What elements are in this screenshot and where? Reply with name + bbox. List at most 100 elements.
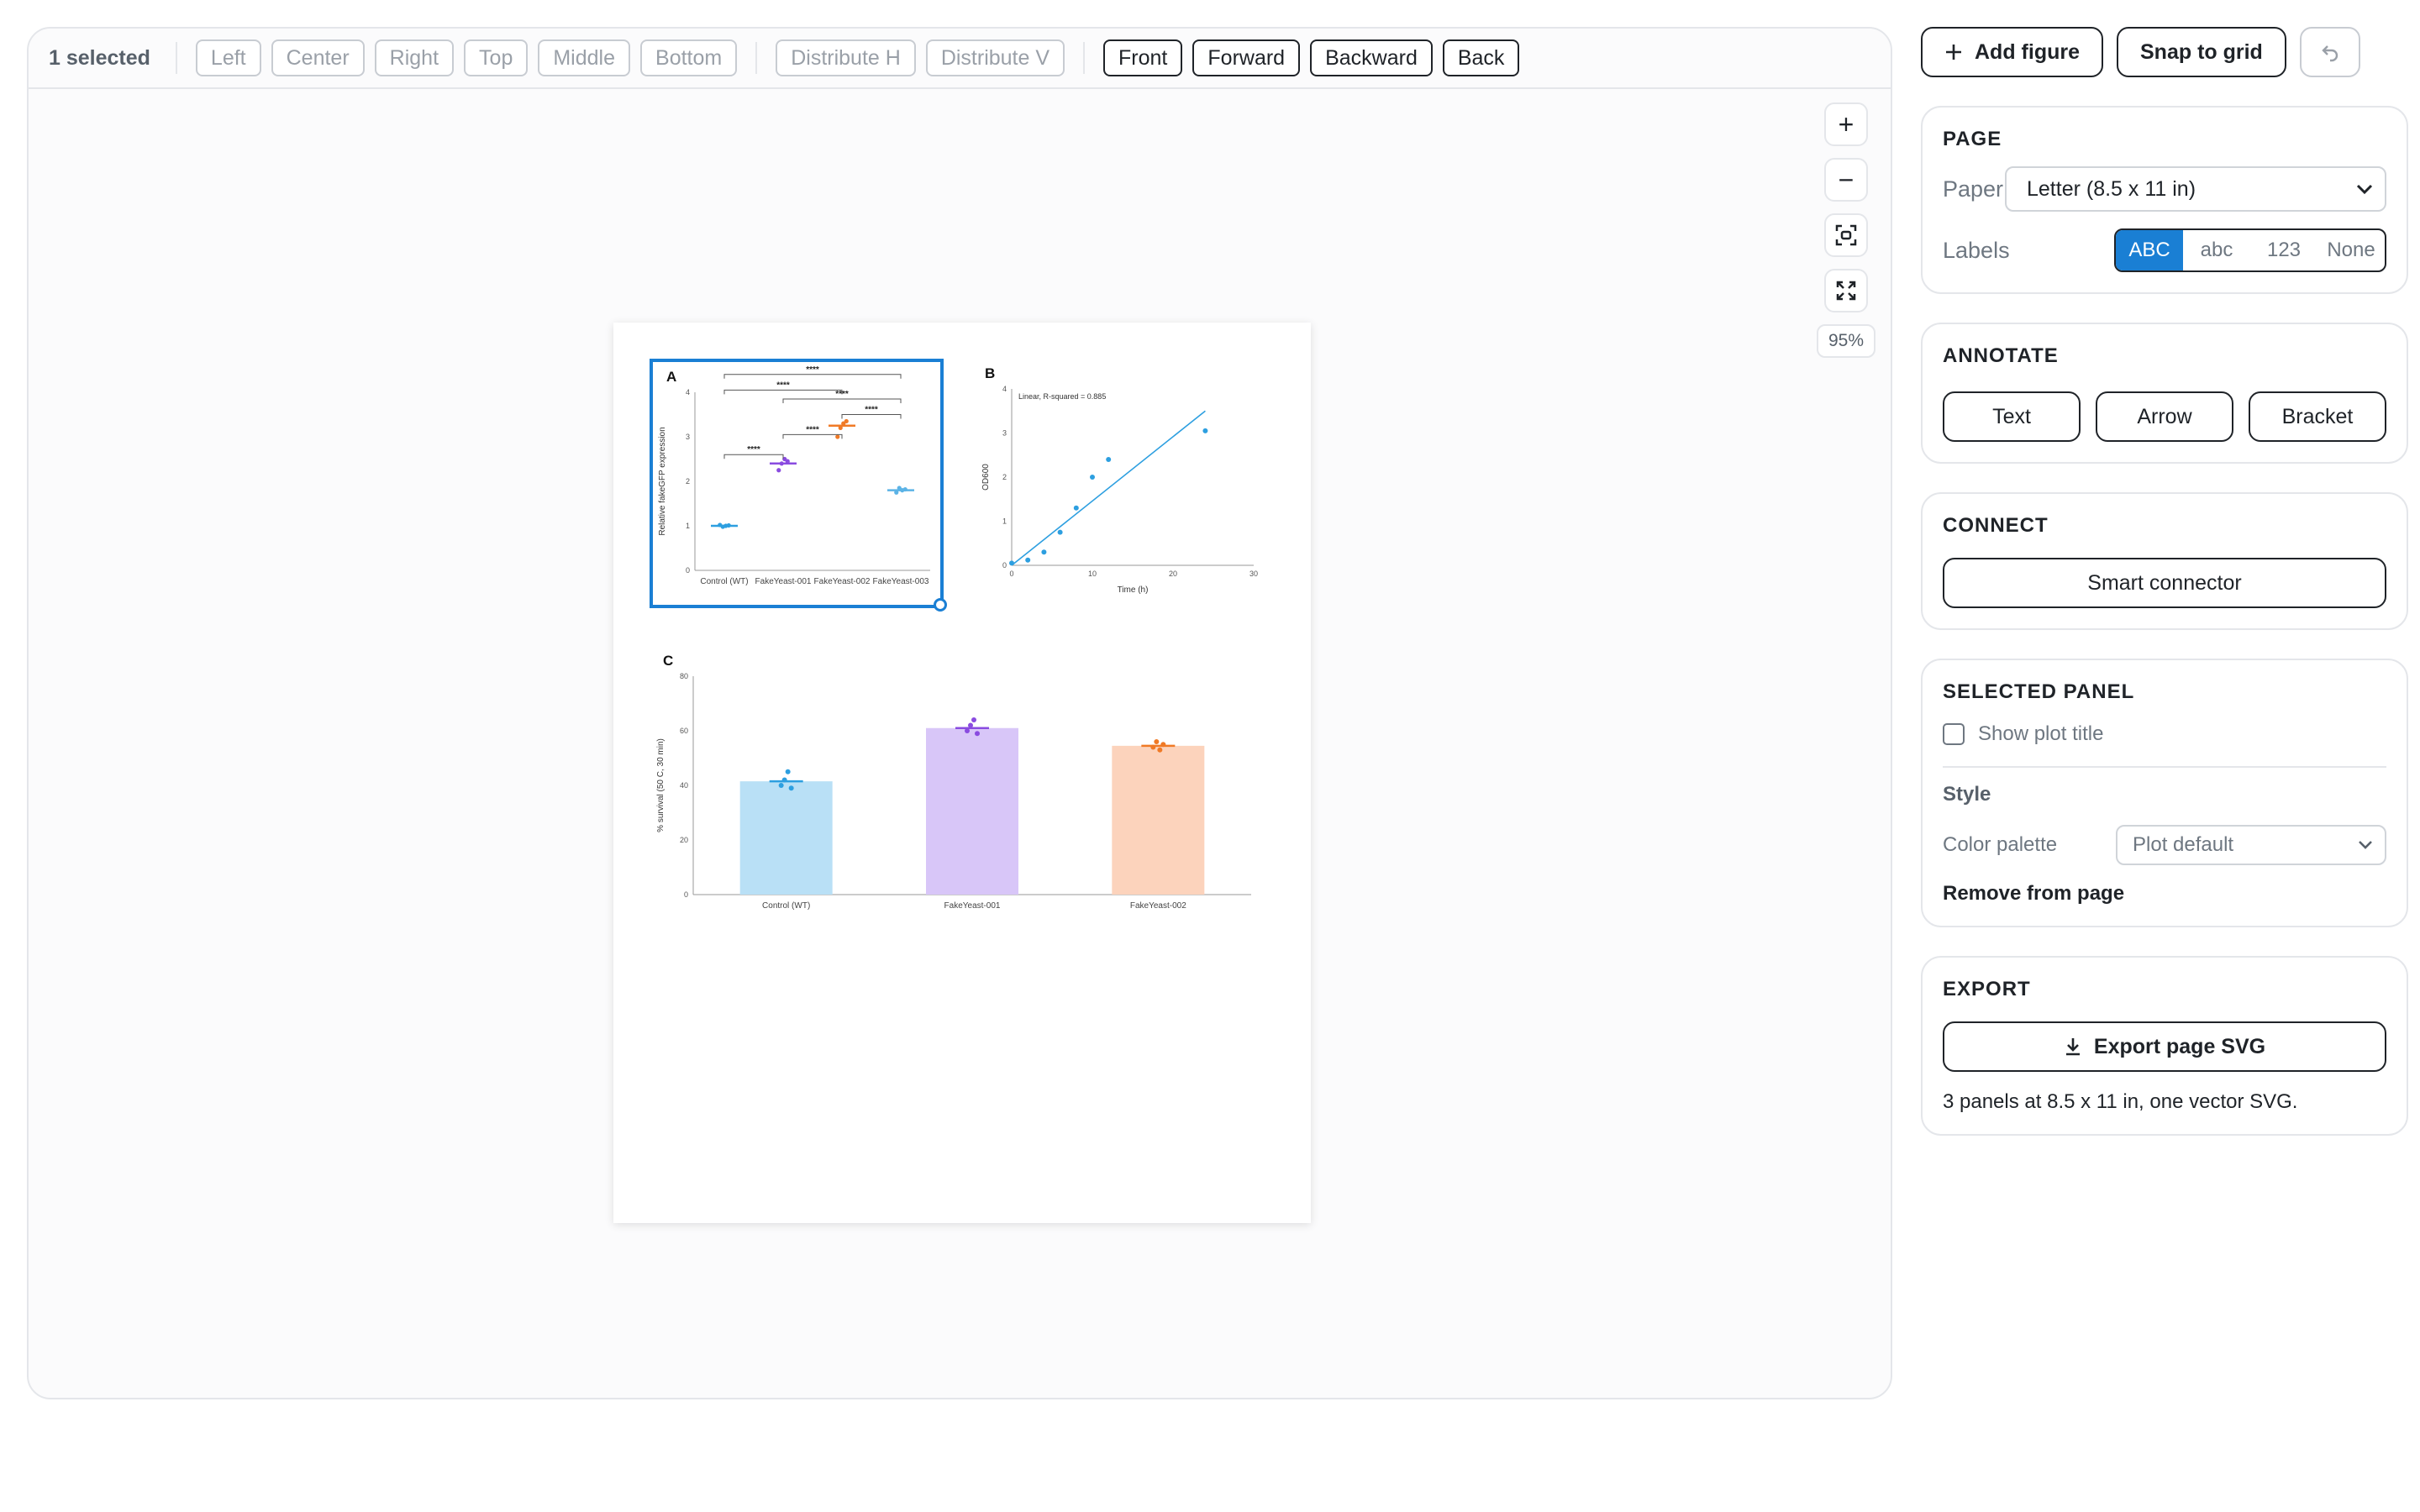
y-axis-label: Relative fakeGFP expression bbox=[658, 427, 667, 535]
align-right-button[interactable]: Right bbox=[374, 39, 455, 76]
align-center-button[interactable]: Center bbox=[271, 39, 365, 76]
y-tick-label: 4 bbox=[1002, 385, 1007, 393]
data-point bbox=[835, 434, 840, 439]
data-point bbox=[1009, 560, 1014, 566]
y-tick-label: 2 bbox=[1002, 473, 1007, 481]
annotate-arrow-button[interactable]: Arrow bbox=[2096, 391, 2233, 442]
y-axis-label: OD600 bbox=[981, 464, 991, 491]
significance-bracket bbox=[723, 389, 843, 395]
chevron-down-icon bbox=[2359, 841, 2372, 849]
data-point bbox=[965, 728, 970, 733]
top-actions: Add figure Snap to grid bbox=[1921, 27, 2408, 77]
panel-b[interactable]: B 0 1 2 3 4 0 10 20 30 Time (h) OD600 Linear, R-squ… bbox=[971, 359, 1265, 608]
label-option-upper[interactable]: ABC bbox=[2116, 230, 2183, 270]
y-tick-label: 80 bbox=[680, 672, 688, 680]
significance-label: **** bbox=[865, 406, 878, 415]
minus-icon: − bbox=[1838, 164, 1854, 195]
data-point bbox=[1073, 505, 1079, 511]
data-point bbox=[788, 785, 794, 791]
align-top-button[interactable]: Top bbox=[464, 39, 529, 76]
annotate-title: ANNOTATE bbox=[1943, 344, 2059, 367]
paper-value: Letter (8.5 x 11 in) bbox=[2027, 176, 2196, 201]
send-backward-button[interactable]: Backward bbox=[1310, 39, 1433, 76]
connect-card: CONNECT Smart connector bbox=[1921, 492, 2408, 630]
toolbar-divider bbox=[175, 42, 177, 74]
x-tick-label: Control (WT) bbox=[762, 901, 810, 911]
y-tick-label: 1 bbox=[1002, 517, 1007, 526]
panel-a[interactable]: A 0 1 2 3 4 Relative fakeGFP expression Contro… bbox=[650, 359, 947, 612]
y-tick-label: 0 bbox=[684, 890, 688, 899]
data-point bbox=[726, 522, 731, 528]
significance-bracket bbox=[723, 454, 784, 459]
show-plot-title-checkbox[interactable] bbox=[1943, 723, 1965, 745]
fullscreen-button[interactable] bbox=[1823, 269, 1868, 312]
panel-c[interactable]: C 0 20 40 60 80 % survival (50 C, 30 min) Cont… bbox=[650, 646, 1265, 925]
significance-bracket bbox=[723, 374, 902, 379]
undo-icon bbox=[2322, 45, 2338, 62]
section-divider bbox=[1943, 766, 2386, 768]
color-palette-select[interactable]: Plot default bbox=[2116, 825, 2386, 865]
x-tick-label: FakeYeast-003 bbox=[873, 577, 929, 586]
data-point bbox=[785, 459, 790, 464]
export-note: 3 panels at 8.5 x 11 in, one vector SVG. bbox=[1943, 1090, 2298, 1113]
bring-forward-button[interactable]: Forward bbox=[1192, 39, 1301, 76]
distribute-v-button[interactable]: Distribute V bbox=[925, 39, 1065, 76]
download-icon bbox=[2065, 1038, 2080, 1056]
zoom-out-button[interactable]: − bbox=[1823, 158, 1868, 202]
y-tick-label: 0 bbox=[1002, 561, 1007, 570]
plus-icon bbox=[1946, 45, 1961, 60]
letter-page[interactable]: A 0 1 2 3 4 Relative fakeGFP expression Contro… bbox=[613, 323, 1311, 1223]
data-point bbox=[1157, 747, 1163, 753]
remove-from-page-button[interactable]: Remove from page bbox=[1943, 882, 2386, 906]
significance-label: **** bbox=[747, 445, 760, 454]
label-option-none[interactable]: None bbox=[2317, 230, 2385, 270]
bar bbox=[1112, 745, 1205, 895]
annotate-text-button[interactable]: Text bbox=[1943, 391, 2081, 442]
paper-label: Paper bbox=[1943, 176, 2004, 202]
label-option-lower[interactable]: abc bbox=[2183, 230, 2250, 270]
panel-c-chart: 0 20 40 60 80 % survival (50 C, 30 min) Contro… bbox=[656, 672, 1251, 911]
fit-view-button[interactable] bbox=[1823, 213, 1868, 257]
annotate-bracket-button[interactable]: Bracket bbox=[2249, 391, 2386, 442]
arrange-toolbar: 1 selected Left Center Right Top Middle … bbox=[29, 29, 1891, 89]
paper-select[interactable]: Letter (8.5 x 11 in) bbox=[2005, 166, 2386, 212]
undo-button[interactable] bbox=[2299, 27, 2360, 77]
align-left-button[interactable]: Left bbox=[195, 39, 261, 76]
y-tick-label: 4 bbox=[686, 388, 690, 396]
data-point bbox=[1041, 549, 1047, 555]
fit-line bbox=[1011, 410, 1206, 566]
add-figure-button[interactable]: Add figure bbox=[1921, 27, 2103, 77]
align-middle-button[interactable]: Middle bbox=[538, 39, 631, 76]
y-tick-label: 40 bbox=[680, 781, 688, 790]
zoom-in-button[interactable]: + bbox=[1823, 102, 1868, 146]
y-tick-label: 3 bbox=[686, 433, 690, 441]
toolbar-divider bbox=[755, 42, 758, 74]
export-title: EXPORT bbox=[1943, 978, 2031, 1000]
export-card: EXPORT Export page SVG 3 panels at 8.5 x… bbox=[1921, 956, 2408, 1136]
toolbar-divider bbox=[1083, 42, 1086, 74]
y-tick-label: 60 bbox=[680, 727, 688, 735]
distribute-h-button[interactable]: Distribute H bbox=[776, 39, 916, 76]
send-back-button[interactable]: Back bbox=[1442, 39, 1520, 76]
x-tick-label: 30 bbox=[1249, 570, 1258, 578]
show-plot-title-label: Show plot title bbox=[1978, 722, 2104, 745]
data-point bbox=[838, 425, 843, 430]
bring-front-button[interactable]: Front bbox=[1103, 39, 1183, 76]
y-tick-label: 0 bbox=[686, 566, 690, 575]
connect-title: CONNECT bbox=[1943, 514, 2049, 537]
label-option-numeric[interactable]: 123 bbox=[2250, 230, 2317, 270]
y-tick-label: 3 bbox=[1002, 429, 1007, 438]
export-svg-button[interactable]: Export page SVG bbox=[1943, 1021, 2386, 1072]
data-point bbox=[781, 777, 787, 783]
data-point bbox=[779, 461, 784, 466]
resize-handle[interactable] bbox=[934, 598, 947, 612]
figure-canvas[interactable]: 1 selected Left Center Right Top Middle … bbox=[27, 27, 1892, 1399]
snap-to-grid-button[interactable]: Snap to grid bbox=[2117, 27, 2286, 77]
y-tick-label: 1 bbox=[686, 522, 690, 530]
align-bottom-button[interactable]: Bottom bbox=[640, 39, 738, 76]
smart-connector-button[interactable]: Smart connector bbox=[1943, 558, 2386, 608]
fullscreen-icon bbox=[1836, 281, 1856, 301]
x-tick-label: FakeYeast-001 bbox=[944, 901, 1001, 911]
bar bbox=[926, 727, 1018, 895]
inspector-sidebar: Add figure Snap to grid PAGE Paper Lette… bbox=[1921, 27, 2408, 1136]
